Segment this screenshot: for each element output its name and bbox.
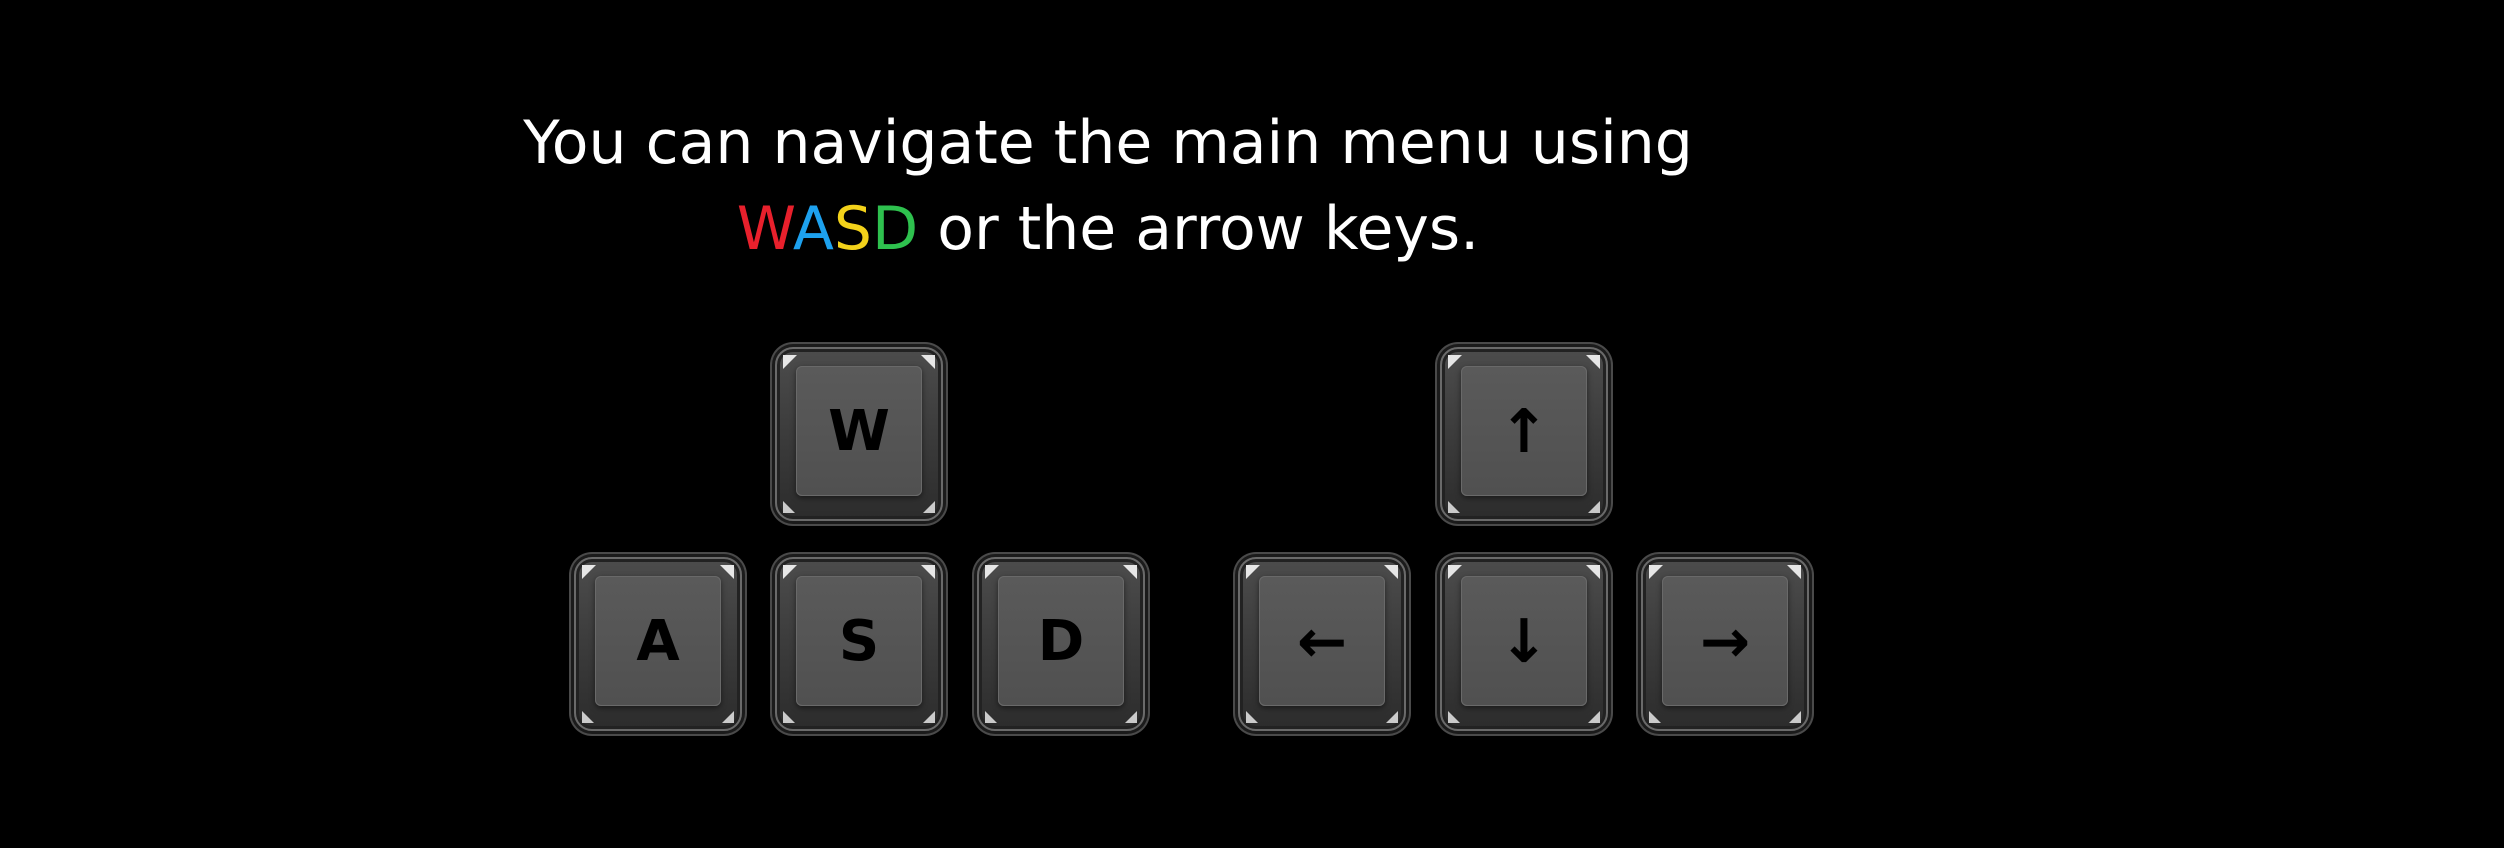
key-a-label: A	[636, 609, 680, 674]
letter-d: D	[871, 194, 919, 264]
arrow-down-icon: ↓	[1498, 607, 1550, 677]
instructions-line-1: You can navigate the main menu using	[523, 108, 1693, 178]
key-d: D	[977, 557, 1145, 731]
arrow-right-icon: →	[1699, 607, 1751, 677]
letter-s: S	[833, 194, 872, 264]
key-w: W	[775, 347, 943, 521]
letter-w: W	[736, 194, 793, 264]
key-w-label: W	[828, 399, 890, 464]
key-arrow-down: ↓	[1440, 557, 1608, 731]
letter-a: A	[792, 194, 834, 264]
key-s-label: S	[838, 609, 880, 674]
key-arrow-left: ←	[1238, 557, 1406, 731]
navigation-instructions: You can navigate the main menu using WAS…	[0, 100, 2216, 272]
instructions-line-2: WASD or the arrow keys.	[0, 186, 2216, 272]
key-d-label: D	[1037, 609, 1085, 674]
key-a: A	[574, 557, 742, 731]
arrow-left-icon: ←	[1296, 607, 1348, 677]
arrow-up-icon: ↑	[1498, 397, 1550, 467]
instructions-line-2-rest: or the arrow keys.	[918, 194, 1480, 264]
key-arrow-up: ↑	[1440, 347, 1608, 521]
key-arrow-right: →	[1641, 557, 1809, 731]
key-s: S	[775, 557, 943, 731]
